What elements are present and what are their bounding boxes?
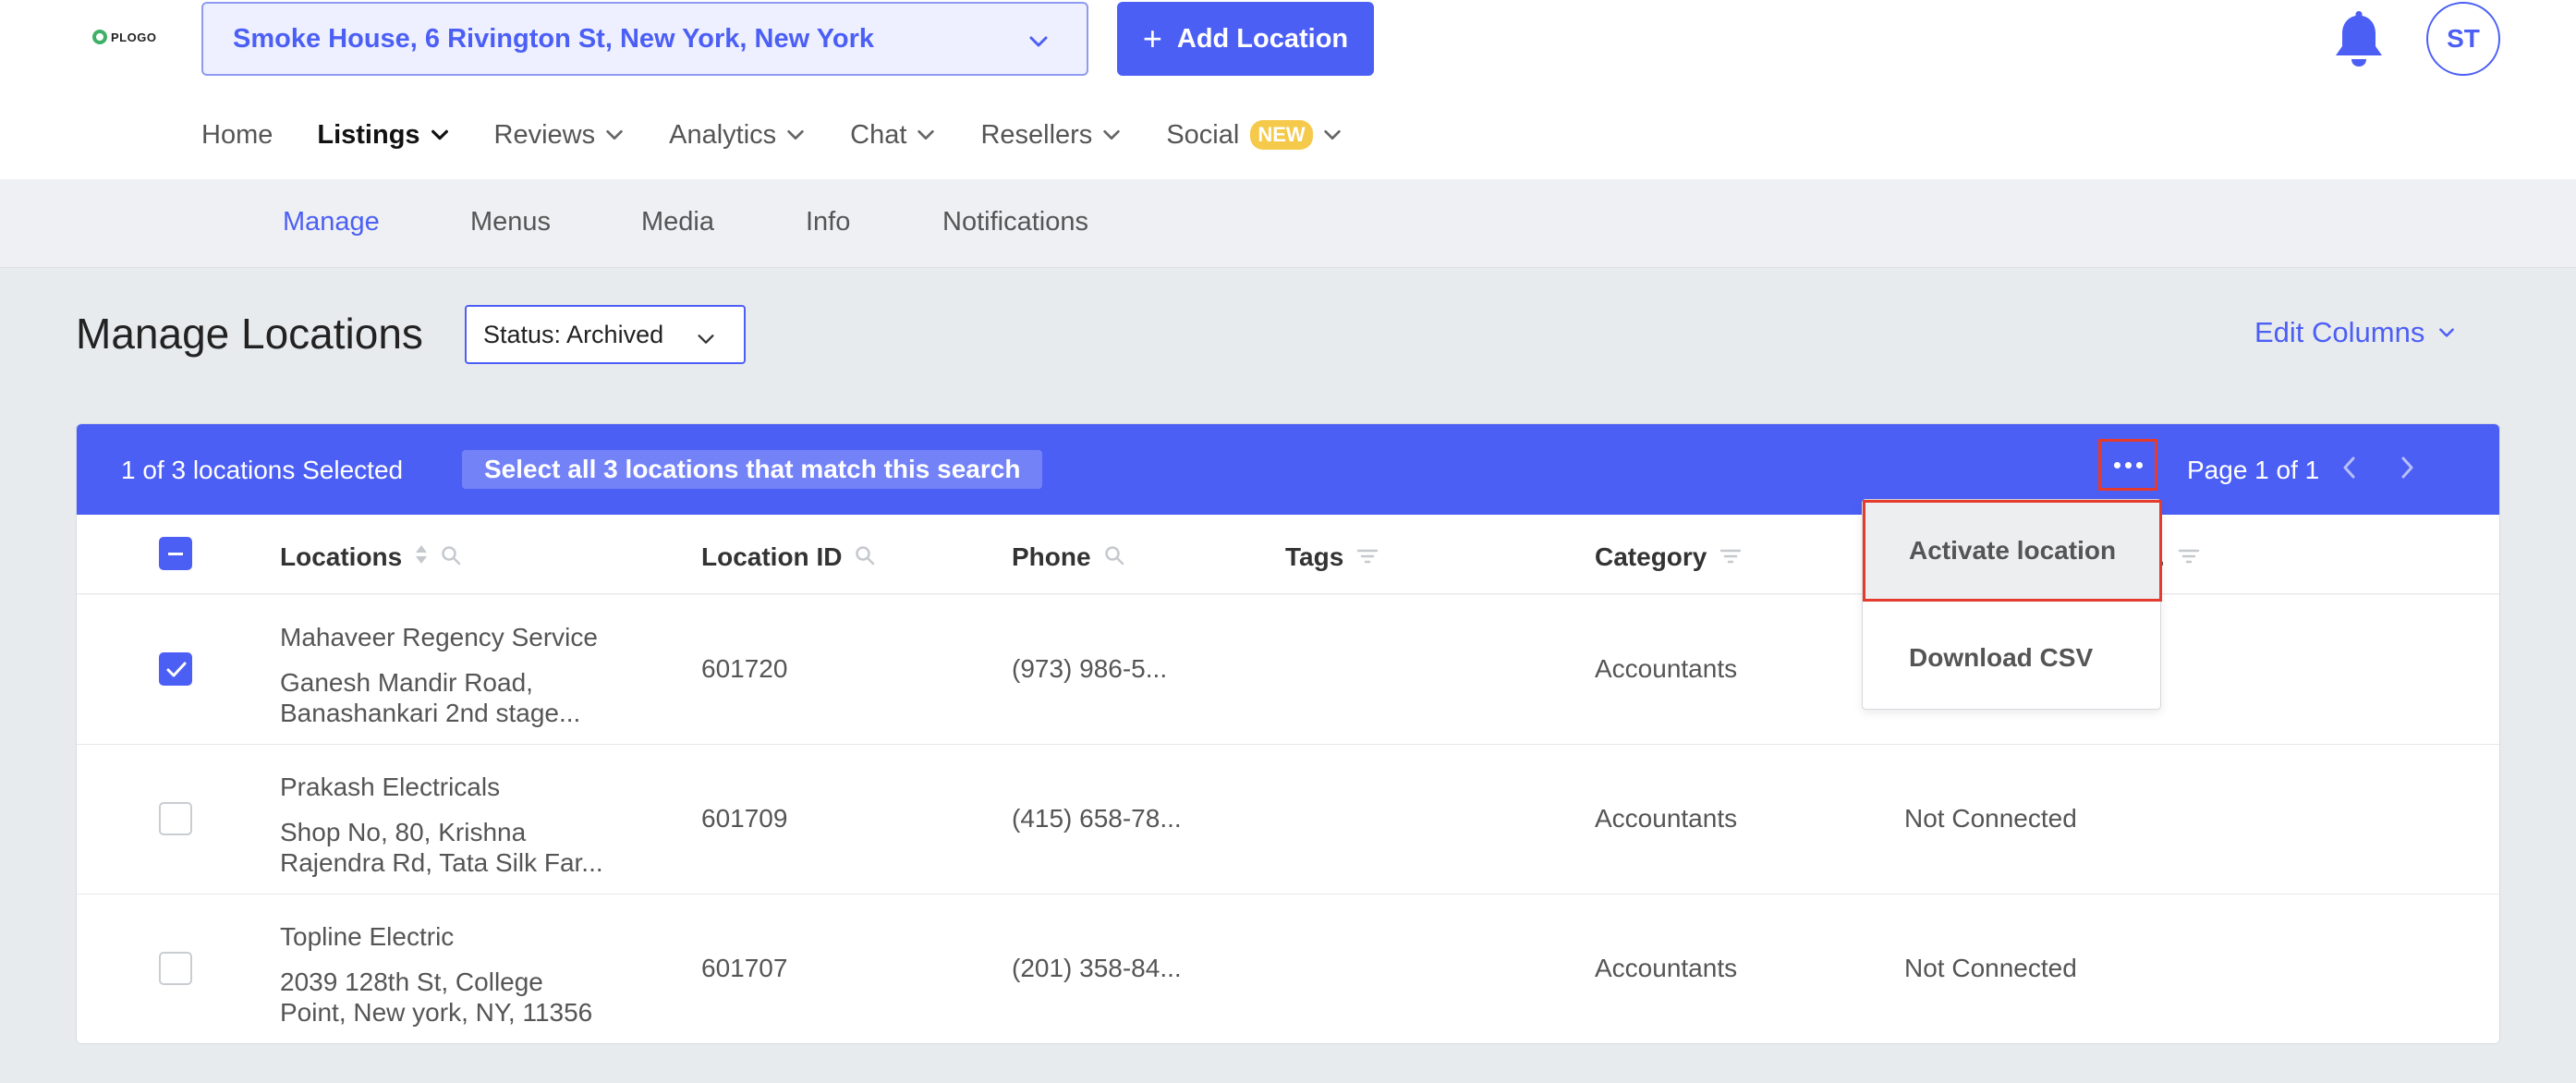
chevron-down-icon xyxy=(1027,30,1050,60)
search-icon[interactable] xyxy=(855,542,875,572)
bell-icon[interactable] xyxy=(2332,7,2386,70)
plus-icon: + xyxy=(1142,19,1162,57)
connection-status: Not Connected xyxy=(1904,804,2077,833)
column-connection-status: . xyxy=(2157,542,2200,572)
activate-location-menu-item[interactable]: Activate location xyxy=(1863,500,2162,602)
column-label: Location ID xyxy=(701,542,843,571)
main-nav: Home Listings Reviews Analytics Chat Res… xyxy=(201,115,1387,155)
nav-label: Home xyxy=(201,119,273,150)
add-location-label: Add Location xyxy=(1176,23,1349,54)
column-phone: Phone xyxy=(1012,542,1124,572)
check-icon xyxy=(166,662,187,677)
column-category: Category xyxy=(1595,542,1742,572)
nav-label: Listings xyxy=(317,119,420,150)
new-badge: NEW xyxy=(1250,120,1313,150)
logo[interactable]: PLOGO xyxy=(92,30,156,44)
sort-icon[interactable] xyxy=(415,542,428,572)
search-icon[interactable] xyxy=(441,542,461,572)
filter-icon[interactable] xyxy=(2178,542,2200,572)
add-location-button[interactable]: + Add Location xyxy=(1117,2,1374,76)
chevron-down-icon xyxy=(604,125,625,145)
row-checkbox[interactable] xyxy=(159,952,192,985)
filter-icon[interactable] xyxy=(1356,542,1379,572)
connection-status: Not Connected xyxy=(1904,954,2077,982)
tab-menus[interactable]: Menus xyxy=(470,207,551,237)
column-label: Locations xyxy=(280,542,403,571)
location-address: Shop No, 80, Krishna Rajendra Rd, Tata S… xyxy=(280,818,603,877)
phone: (415) 658-78... xyxy=(1012,804,1182,833)
column-label: Tags xyxy=(1285,542,1344,571)
row-checkbox[interactable] xyxy=(159,802,192,835)
column-location-id: Location ID xyxy=(701,542,875,572)
chevron-down-icon xyxy=(1101,125,1122,145)
column-label: Category xyxy=(1595,542,1707,571)
chevron-down-icon xyxy=(785,125,806,145)
nav-label: Analytics xyxy=(669,119,777,150)
location-select-value: Smoke House, 6 Rivington St, New York, N… xyxy=(233,23,875,54)
nav-item-chat[interactable]: Chat xyxy=(850,120,936,151)
logo-text: PLOGO xyxy=(111,30,157,44)
nav-item-analytics[interactable]: Analytics xyxy=(669,120,806,151)
location-name[interactable]: Topline Electric xyxy=(280,922,454,952)
location-id: 601707 xyxy=(701,954,788,982)
location-address: 2039 128th St, College Point, New york, … xyxy=(280,967,593,1027)
chevron-down-icon xyxy=(916,125,936,145)
filter-icon[interactable] xyxy=(1719,542,1742,572)
select-all-button[interactable]: Select all 3 locations that match this s… xyxy=(462,450,1043,489)
phone: (973) 986-5... xyxy=(1012,654,1168,683)
selection-count: 1 of 3 locations Selected xyxy=(121,456,404,484)
column-locations: Locations xyxy=(280,542,461,572)
phone: (201) 358-84... xyxy=(1012,954,1182,982)
chevron-down-icon xyxy=(2437,316,2456,349)
nav-label: Resellers xyxy=(980,119,1093,150)
column-label: Phone xyxy=(1012,542,1091,571)
avatar[interactable]: ST xyxy=(2426,2,2500,76)
tab-media[interactable]: Media xyxy=(641,207,714,237)
nav-label: Social xyxy=(1166,119,1240,150)
row-checkbox[interactable] xyxy=(159,652,192,686)
chevron-left-icon[interactable] xyxy=(2339,454,2361,486)
location-name[interactable]: Prakash Electricals xyxy=(280,773,500,802)
location-address: Ganesh Mandir Road, Banashankari 2nd sta… xyxy=(280,668,581,727)
nav-item-listings[interactable]: Listings xyxy=(317,120,449,151)
sub-nav: Manage Menus Media Info Notifications xyxy=(0,179,2576,268)
chevron-down-icon xyxy=(696,327,716,356)
location-id: 601709 xyxy=(701,804,788,833)
actions-menu: Activate location Download CSV xyxy=(1862,499,2162,710)
category: Accountants xyxy=(1595,954,1738,982)
logo-mark-icon xyxy=(92,30,107,44)
tab-info[interactable]: Info xyxy=(806,207,850,237)
page-title: Manage Locations xyxy=(76,310,423,358)
status-filter-select[interactable]: Status: Archived xyxy=(465,305,746,364)
category: Accountants xyxy=(1595,654,1738,683)
nav-label: Reviews xyxy=(493,119,596,150)
chevron-right-icon[interactable] xyxy=(2396,454,2418,486)
edit-columns-button[interactable]: Edit Columns xyxy=(2254,316,2456,349)
nav-item-social[interactable]: Social NEW xyxy=(1166,120,1342,151)
top-header: PLOGO Smoke House, 6 Rivington St, New Y… xyxy=(0,0,2576,179)
chevron-down-icon xyxy=(1322,125,1343,145)
column-tags: Tags xyxy=(1285,542,1379,572)
search-icon[interactable] xyxy=(1104,542,1124,572)
page-indicator: Page 1 of 1 xyxy=(2187,456,2320,484)
category: Accountants xyxy=(1595,804,1738,833)
nav-item-reviews[interactable]: Reviews xyxy=(494,120,626,151)
chevron-down-icon xyxy=(430,125,450,145)
location-id: 601720 xyxy=(701,654,788,683)
table-row[interactable]: Prakash Electricals Shop No, 80, Krishna… xyxy=(77,745,2499,894)
tab-notifications[interactable]: Notifications xyxy=(942,207,1088,237)
status-filter-value: Status: Archived xyxy=(483,320,664,348)
table-row[interactable]: Topline Electric 2039 128th St, College … xyxy=(77,894,2499,1043)
tab-manage[interactable]: Manage xyxy=(283,207,380,237)
nav-label: Chat xyxy=(850,119,907,150)
select-all-checkbox[interactable] xyxy=(159,537,192,570)
nav-item-resellers[interactable]: Resellers xyxy=(980,120,1122,151)
nav-item-home[interactable]: Home xyxy=(201,120,273,151)
location-select[interactable]: Smoke House, 6 Rivington St, New York, N… xyxy=(201,2,1088,76)
more-icon[interactable] xyxy=(2098,439,2157,491)
download-csv-menu-item[interactable]: Download CSV xyxy=(1863,607,2162,709)
edit-columns-label: Edit Columns xyxy=(2254,316,2425,348)
location-name[interactable]: Mahaveer Regency Service xyxy=(280,623,598,652)
